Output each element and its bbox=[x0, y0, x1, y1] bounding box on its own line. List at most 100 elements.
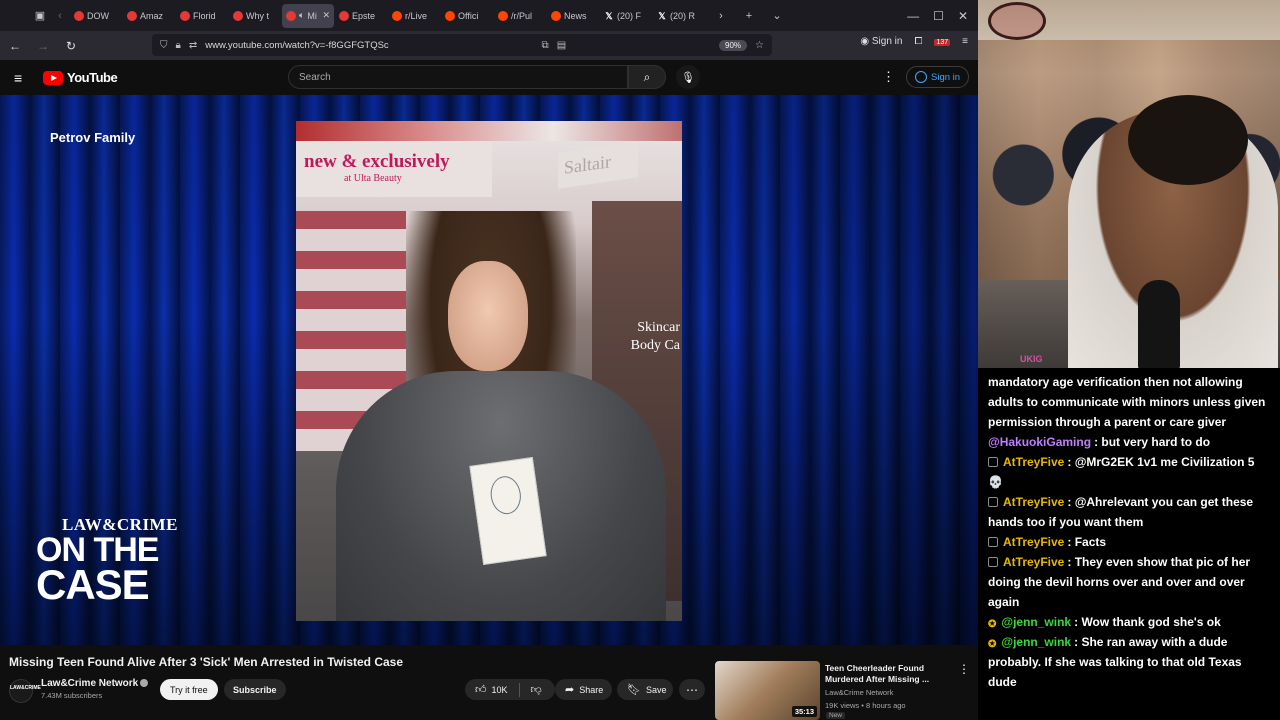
brand-logo: LAW&CRIME ON THE CASE bbox=[36, 515, 178, 606]
photo-face bbox=[448, 261, 528, 371]
browser-tab[interactable]: r/Live bbox=[388, 4, 440, 28]
share-button[interactable]: ➦ Share bbox=[555, 679, 612, 700]
photo-sign: Saltair bbox=[558, 141, 638, 189]
youtube-icon bbox=[339, 10, 349, 21]
url-text[interactable]: www.youtube.com/watch?v=-f8GGFGTQSc bbox=[205, 40, 388, 51]
browser-tab[interactable]: /r/Pul bbox=[494, 4, 546, 28]
tab-label: /r/Pul bbox=[511, 10, 533, 21]
try-free-button[interactable]: Try it free bbox=[160, 679, 218, 700]
browser-tab[interactable]: Epste bbox=[335, 4, 387, 28]
screen: ▣ ‹ DOW Amaz Florid Why t 🔈︎ Mi ✕ Epste r/Live Of… bbox=[0, 0, 1280, 720]
menu-icon[interactable]: ≡ bbox=[962, 36, 968, 47]
user-circle-icon bbox=[915, 71, 927, 83]
recommended-thumbnail[interactable]: 35:13 bbox=[715, 661, 820, 720]
recommended-meta: 19K views • 8 hours ago bbox=[825, 701, 906, 710]
tab-label: Epste bbox=[352, 10, 376, 21]
close-tab-icon[interactable]: ✕ bbox=[322, 10, 330, 21]
browser-tab[interactable]: Offici bbox=[441, 4, 493, 28]
microphone-image bbox=[1138, 280, 1180, 368]
browser-tab[interactable]: 🔈︎ Mi ✕ bbox=[282, 3, 334, 28]
recommended-channel[interactable]: Law&Crime Network bbox=[825, 688, 893, 697]
photo-poster-text: Skincar Body Ca bbox=[631, 319, 680, 355]
chat-username[interactable]: AtTreyFive bbox=[1003, 455, 1064, 469]
cam-name-tag: UKIG bbox=[1020, 354, 1043, 364]
zoom-level[interactable]: 90% bbox=[719, 39, 748, 51]
channel-avatar[interactable]: LAW&CRIME bbox=[9, 679, 41, 703]
browser-tab[interactable]: News bbox=[547, 4, 599, 28]
chat-text: : Facts bbox=[1067, 535, 1107, 549]
extension-badge[interactable]: 137 bbox=[934, 36, 951, 47]
reload-icon[interactable]: ↻ bbox=[62, 37, 80, 55]
bookmark-star-icon[interactable]: ☆ bbox=[755, 40, 764, 51]
youtube-logo-icon bbox=[43, 70, 63, 85]
tab-list-icon[interactable]: ▣ bbox=[30, 6, 50, 26]
recommended-menu-icon[interactable]: ⋮ bbox=[958, 662, 970, 676]
video-player[interactable]: Petrov Family new & exclusively at Ulta … bbox=[0, 95, 978, 645]
more-actions-icon[interactable]: ⋯ bbox=[679, 679, 705, 700]
window-controls: — ☐ ✕ bbox=[907, 9, 978, 23]
youtube-logo[interactable]: YouTube bbox=[43, 70, 118, 85]
browser-tab[interactable]: 𝕏 (20) R bbox=[653, 4, 705, 28]
chat-message: mandatory age verification then not allo… bbox=[988, 372, 1272, 432]
subscribe-button[interactable]: Subscribe bbox=[224, 679, 286, 700]
forward-icon[interactable]: → bbox=[34, 37, 52, 55]
new-tab-icon[interactable]: + bbox=[739, 6, 759, 26]
chat-message: ✪ @jenn_wink: She ran away with a dude pr… bbox=[988, 632, 1272, 692]
chat-member-badge-icon: ✪ bbox=[988, 619, 997, 630]
photo-poster-line1: Skincar bbox=[637, 320, 680, 335]
chat-mod-badge-icon bbox=[988, 457, 998, 467]
maximize-icon[interactable]: ☐ bbox=[933, 9, 944, 23]
speaker-icon[interactable]: 🔈︎ bbox=[299, 10, 304, 21]
browser-tab[interactable]: Why t bbox=[229, 4, 281, 28]
channel-name-link[interactable]: Law&Crime Network bbox=[41, 678, 149, 689]
tab-label: Offici bbox=[458, 10, 479, 21]
youtube-signin-button[interactable]: Sign in bbox=[906, 66, 970, 88]
like-button[interactable]: 👍︎ 10K bbox=[475, 683, 508, 696]
chat-text: : but very hard to do bbox=[1094, 435, 1211, 449]
lock-icon[interactable]: 🔒︎ bbox=[176, 40, 181, 51]
permissions-icon[interactable]: ⇄ bbox=[189, 40, 197, 51]
reader-mode-icon[interactable]: ▤ bbox=[557, 40, 566, 51]
chat-text: : Wow thank god she's ok bbox=[1074, 615, 1221, 629]
chat-username[interactable]: AtTreyFive bbox=[1003, 535, 1064, 549]
chat-username[interactable]: @jenn_wink bbox=[1001, 635, 1071, 649]
back-icon[interactable]: ← bbox=[6, 37, 24, 55]
chat-username[interactable]: @HakuokiGaming bbox=[988, 435, 1091, 449]
browser-tab[interactable]: Amaz bbox=[123, 4, 175, 28]
verified-icon bbox=[140, 679, 149, 688]
account-button[interactable]: ◉ Sign in bbox=[860, 36, 902, 47]
scroll-tabs-right-icon[interactable]: › bbox=[711, 6, 731, 26]
chat-message: AtTreyFive: They even show that pic of h… bbox=[988, 552, 1272, 612]
photo-poster-line2: Body Ca bbox=[630, 338, 680, 354]
address-bar[interactable]: ⛉ 🔒︎ ⇄ www.youtube.com/watch?v=-f8GGFGTQ… bbox=[152, 34, 772, 56]
chat-mod-badge-icon bbox=[988, 497, 998, 507]
recommended-title[interactable]: Teen Cheerleader Found Murdered After Mi… bbox=[825, 663, 953, 685]
picture-in-picture-icon[interactable]: ⧉ bbox=[542, 40, 549, 51]
extensions-icon[interactable]: ⧠ bbox=[914, 36, 922, 47]
photo-banner-line1: new & exclusively bbox=[304, 151, 450, 172]
chat-message: ✪ @jenn_wink: Wow thank god she's ok bbox=[988, 612, 1272, 632]
tab-label: DOW bbox=[87, 10, 109, 21]
scroll-tabs-left-icon[interactable]: ‹ bbox=[50, 6, 70, 26]
voice-search-button[interactable]: 🎙︎ bbox=[676, 65, 700, 89]
chat-username[interactable]: AtTreyFive bbox=[1003, 495, 1064, 509]
cam-streamer-hair bbox=[1128, 95, 1248, 185]
guide-menu-icon[interactable]: ≡ bbox=[14, 70, 22, 86]
save-button[interactable]: 🔖︎ Save bbox=[617, 679, 673, 700]
chat-username[interactable]: @jenn_wink bbox=[1001, 615, 1071, 629]
minimize-icon[interactable]: — bbox=[907, 9, 919, 23]
thumbs-down-icon[interactable]: 👎︎ bbox=[531, 683, 542, 696]
search-input[interactable]: Search bbox=[288, 65, 628, 89]
toolbar-right: ◉ Sign in ⧠ 137 ≡ bbox=[860, 36, 968, 47]
close-window-icon[interactable]: ✕ bbox=[958, 9, 968, 23]
search-button[interactable]: ⌕ bbox=[628, 65, 666, 89]
settings-menu-icon[interactable]: ⋮ bbox=[882, 69, 895, 85]
browser-tab[interactable]: DOW bbox=[70, 4, 122, 28]
tab-overflow-icon[interactable]: ⌄ bbox=[767, 6, 787, 26]
browser-tab[interactable]: 𝕏 (20) F bbox=[600, 4, 652, 28]
photo-shelf-top bbox=[296, 121, 682, 141]
shield-icon[interactable]: ⛉ bbox=[160, 40, 168, 51]
browser-tab[interactable]: Florid bbox=[176, 4, 228, 28]
chat-username[interactable]: AtTreyFive bbox=[1003, 555, 1064, 569]
tab-label: Why t bbox=[246, 10, 270, 21]
